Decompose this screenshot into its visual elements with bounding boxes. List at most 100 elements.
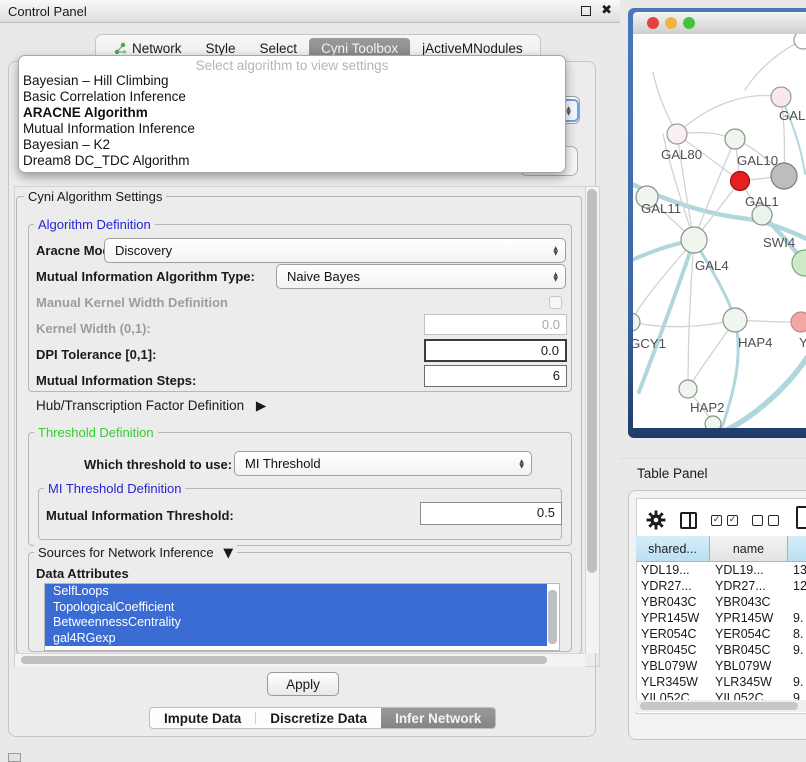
mi-threshold-label: Mutual Information Threshold: [46, 508, 234, 523]
dpi-tolerance-label: DPI Tolerance [0,1]: [36, 347, 156, 362]
table-cell: YDL19... [636, 562, 710, 578]
attribute-list-item[interactable]: gal4RGexp [45, 631, 547, 647]
dropdown-item[interactable]: Bayesian – Hill Climbing [19, 73, 565, 89]
close-icon[interactable]: ✖ [601, 6, 612, 16]
network-node[interactable] [679, 380, 697, 398]
horizontal-scrollbar-thumb[interactable] [21, 656, 547, 664]
control-panel-titlebar: Control Panel ✖ [0, 0, 620, 23]
select-all-checks-icon[interactable]: ✓ ✓ [711, 515, 738, 526]
deselect-all-checks-icon[interactable] [752, 515, 779, 526]
network-edge[interactable] [633, 320, 735, 327]
node-label: Y [799, 335, 806, 350]
network-node[interactable] [667, 124, 687, 144]
network-edge[interactable] [633, 240, 694, 322]
table-row[interactable]: YPR145WYPR145W9. [636, 610, 806, 626]
network-edge[interactable] [723, 352, 806, 428]
node-label: GCY1 [633, 336, 666, 351]
kernel-width-input[interactable]: 0.0 [424, 314, 567, 335]
table-cell: YDR27... [710, 578, 788, 594]
mi-type-select[interactable]: Naive Bayes ▲▼ [276, 264, 566, 289]
network-node[interactable] [794, 34, 806, 49]
vertical-scrollbar-thumb[interactable] [587, 189, 597, 573]
hub-definition-expander[interactable]: Hub/Transcription Factor Definition ▶ [36, 398, 266, 414]
node-label: GAL10 [737, 153, 778, 168]
network-edge[interactable] [677, 96, 781, 134]
table-cell: 8. [788, 626, 806, 642]
table-row[interactable]: YBR045CYBR045C9. [636, 642, 806, 658]
attribute-list-item[interactable]: TopologicalCoefficient [45, 600, 547, 616]
network-view-canvas[interactable]: GALGAL80GAL10GAL1GAL11SWI4GAL4GCY1HAP4YH… [633, 34, 806, 428]
column-header-a[interactable]: A [788, 536, 806, 561]
mi-threshold-input[interactable]: 0.5 [420, 502, 562, 525]
table-cell [788, 594, 806, 610]
hub-definition-label: Hub/Transcription Factor Definition [36, 398, 244, 413]
network-node[interactable] [731, 172, 750, 191]
node-label: GAL4 [695, 258, 729, 273]
zoom-traffic-light[interactable] [683, 17, 695, 29]
network-node[interactable] [791, 312, 806, 332]
attribute-list-item[interactable]: BetweennessCentrality [45, 615, 547, 631]
dropdown-item[interactable]: Mutual Information Inference [19, 121, 565, 137]
table-row[interactable]: YDR27...YDR27...12 [636, 578, 806, 594]
stepper-down-icon: ▼ [566, 111, 571, 116]
table-cell: YPR145W [636, 610, 710, 626]
table-row[interactable]: YDL19...YDL19...13 [636, 562, 806, 578]
column-header-name[interactable]: name [710, 536, 788, 561]
panel-title: Control Panel [8, 4, 87, 19]
table-row[interactable]: YBR043CYBR043C [636, 594, 806, 610]
dropdown-item[interactable]: Bayesian – K2 [19, 137, 565, 153]
table-body: YDL19...YDL19...13YDR27...YDR27...12YBR0… [636, 562, 806, 700]
network-node[interactable] [705, 416, 721, 428]
network-node[interactable] [633, 313, 640, 331]
dropdown-item[interactable]: Basic Correlation Inference [19, 89, 565, 105]
manual-kernel-label: Manual Kernel Width Definition [36, 295, 228, 310]
network-node[interactable] [771, 87, 791, 107]
attribute-list-item[interactable]: SelfLoops [45, 584, 547, 600]
document-icon[interactable] [796, 506, 806, 529]
table-cell: YLR345W [636, 674, 710, 690]
node-label: GAL [779, 108, 805, 123]
network-edge[interactable] [745, 40, 803, 90]
mi-steps-input[interactable]: 6 [424, 365, 567, 387]
table-cell: 9. [788, 674, 806, 690]
table-row[interactable]: YIL052CYIL052C9 [636, 690, 806, 700]
data-attributes-list[interactable]: SelfLoopsTopologicalCoefficientBetweenne… [44, 583, 560, 651]
table-cell: YBR043C [636, 594, 710, 610]
table-hscrollbar-thumb[interactable] [640, 702, 798, 710]
which-threshold-value: MI Threshold [245, 456, 321, 471]
node-label: HAP2 [690, 400, 724, 415]
network-node[interactable] [723, 308, 747, 332]
dropdown-item[interactable]: ARACNE Algorithm [19, 105, 565, 121]
table-row[interactable]: YLR345WYLR345W9. [636, 674, 806, 690]
table-row[interactable]: YBL079WYBL079W [636, 658, 806, 674]
network-node[interactable] [681, 227, 707, 253]
cyni-settings-legend: Cyni Algorithm Settings [24, 189, 166, 204]
table-cell: YDR27... [636, 578, 710, 594]
which-threshold-select[interactable]: MI Threshold ▲▼ [234, 451, 532, 476]
gear-icon[interactable] [646, 510, 666, 530]
node-label: GAL1 [745, 194, 779, 209]
bottom-tab-discretize-data[interactable]: Discretize Data [256, 708, 381, 728]
sources-legend[interactable]: Sources for Network Inference ▼ [34, 545, 237, 561]
network-edge[interactable] [639, 240, 694, 392]
mi-steps-label: Mutual Information Steps: [36, 373, 196, 388]
tab-label: Network [132, 41, 182, 56]
columns-icon[interactable] [680, 512, 697, 529]
minimize-traffic-light[interactable] [665, 17, 677, 29]
network-node[interactable] [792, 250, 806, 276]
dropdown-item[interactable]: Dream8 DC_TDC Algorithm [19, 153, 565, 169]
float-window-icon[interactable] [581, 6, 591, 16]
algorithm-dropdown-placeholder: Select algorithm to view settings [19, 56, 565, 73]
bottom-tab-infer-network[interactable]: Infer Network [381, 708, 495, 728]
manual-kernel-checkbox[interactable] [549, 296, 562, 309]
attributes-scrollbar-thumb[interactable] [548, 590, 557, 644]
dpi-tolerance-input[interactable]: 0.0 [424, 339, 567, 362]
table-row[interactable]: YER054CYER054C8. [636, 626, 806, 642]
close-traffic-light[interactable] [647, 17, 659, 29]
column-header-shared[interactable]: shared... [636, 536, 710, 561]
network-edge[interactable] [688, 240, 694, 389]
aracne-mode-select[interactable]: Discovery ▲▼ [104, 238, 566, 263]
bottom-tab-impute-data[interactable]: Impute Data [150, 708, 255, 728]
apply-button[interactable]: Apply [267, 672, 339, 696]
network-node[interactable] [725, 129, 745, 149]
